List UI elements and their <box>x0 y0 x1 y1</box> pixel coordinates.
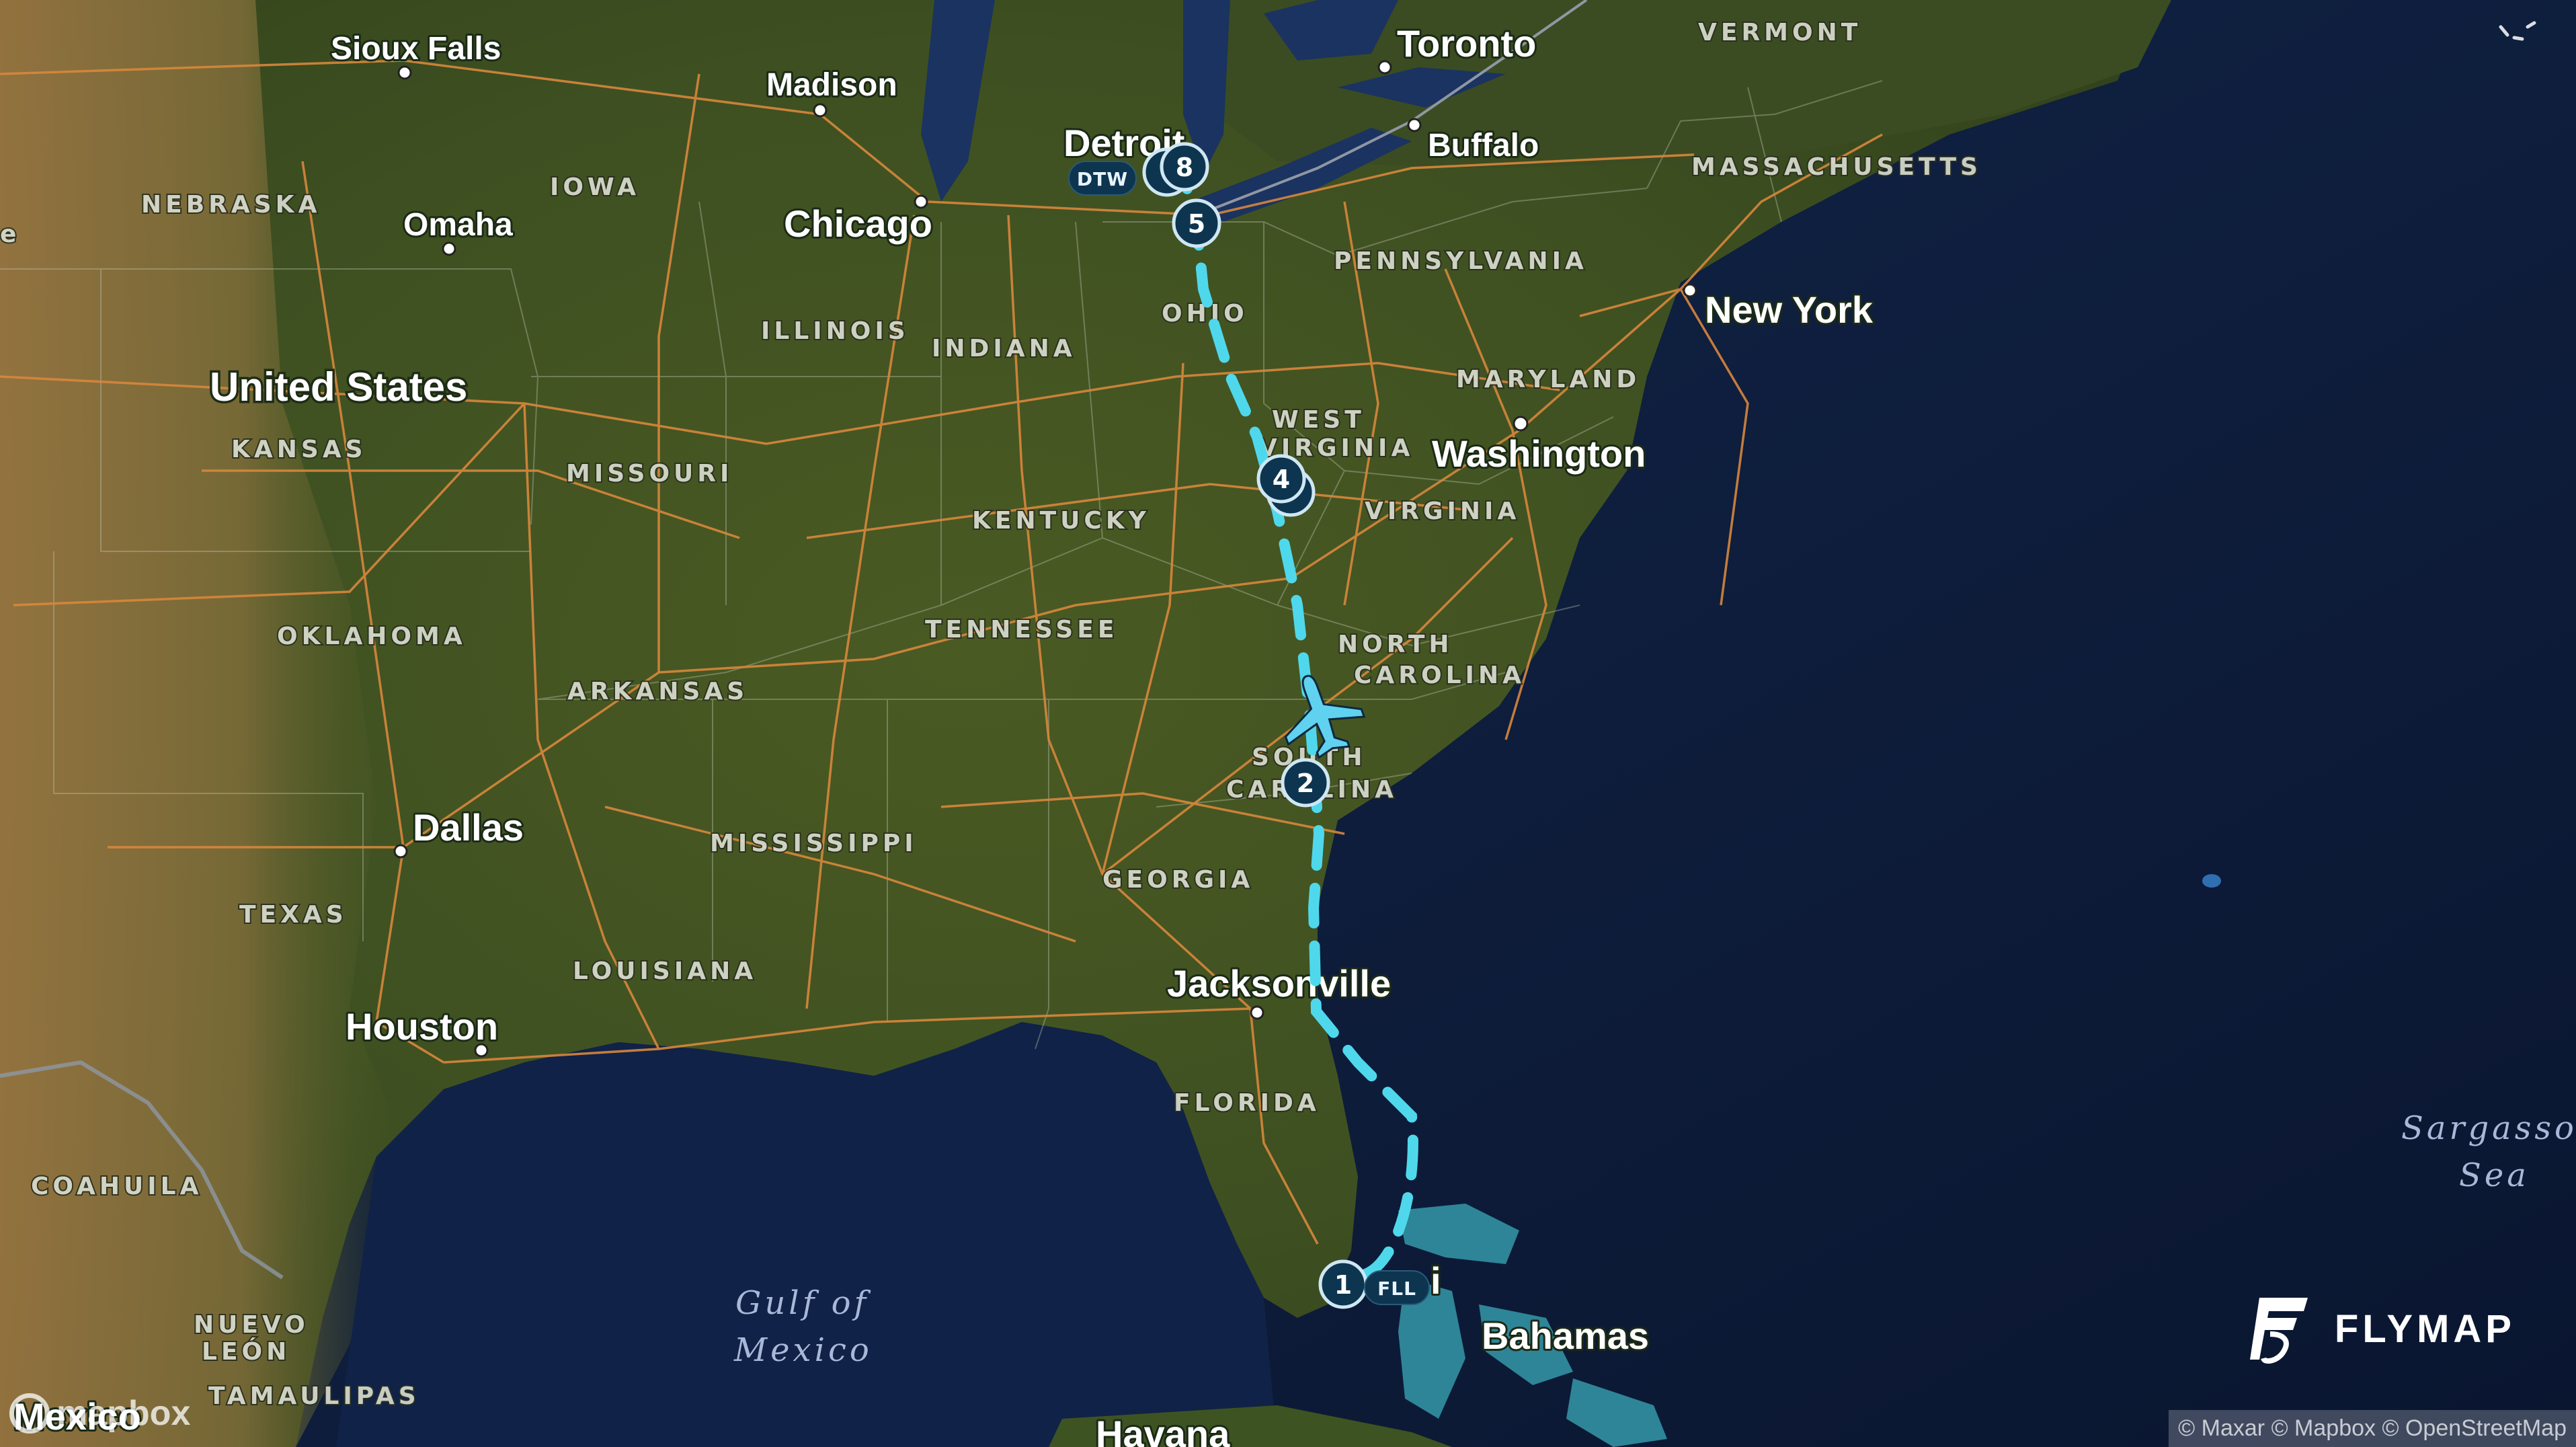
city-label-omaha: Omaha <box>403 207 513 243</box>
city-label-new-york: New York <box>1705 288 1874 331</box>
island <box>2202 874 2221 888</box>
svg-text:DTW: DTW <box>1077 168 1128 190</box>
mapbox-icon <box>9 1393 50 1434</box>
city-label-bahamas: Bahamas <box>1482 1315 1649 1357</box>
state-label: PENNSYLVANIA <box>1334 247 1588 275</box>
state-label: ILLINOIS <box>761 317 910 345</box>
state-label: LOUISIANA <box>573 957 757 985</box>
state-label: MISSISSIPPI <box>710 830 918 857</box>
waypoint-marker[interactable]: 5 <box>1172 198 1221 248</box>
state-label: MARYLAND <box>1456 366 1640 393</box>
svg-text:8: 8 <box>1176 153 1193 182</box>
state-label: INDIANA <box>932 335 1076 362</box>
state-label: OKLAHOMA <box>277 623 467 650</box>
airport-code-origin[interactable]: FLL <box>1364 1270 1430 1305</box>
state-label: ARKANSAS <box>567 678 748 705</box>
waypoint-marker[interactable]: 2 <box>1281 758 1330 808</box>
svg-text:FLL: FLL <box>1377 1278 1416 1300</box>
state-label: CAROLINA <box>1354 662 1525 689</box>
city-label-buffalo: Buffalo <box>1428 128 1539 163</box>
city-label-partial: i <box>1431 1259 1441 1302</box>
state-label: COAHUILA <box>31 1173 202 1200</box>
svg-text:1: 1 <box>1334 1270 1352 1300</box>
city-label-houston: Houston <box>346 1005 498 1048</box>
svg-text:5: 5 <box>1188 209 1205 239</box>
city-label-toronto: Toronto <box>1397 22 1536 65</box>
state-label: TAMAULIPAS <box>208 1382 420 1410</box>
city-label-jacksonville: Jacksonville <box>1167 962 1391 1005</box>
state-label: NUEVO <box>194 1311 309 1339</box>
city-label-dallas: Dallas <box>413 806 524 849</box>
state-label: VERMONT <box>1698 19 1861 46</box>
state-label: e <box>0 221 20 248</box>
state-label: FLORIDA <box>1174 1089 1320 1117</box>
state-label: KANSAS <box>231 436 367 463</box>
waypoint-marker[interactable]: 1 <box>1318 1259 1368 1309</box>
state-label: LEÓN <box>202 1337 290 1366</box>
state-label: IOWA <box>550 173 640 201</box>
gulf-of-mexico-water <box>336 1022 1277 1447</box>
flymap-wordmark: FLYMAP <box>2334 1306 2515 1351</box>
city-label-sioux-falls: Sioux Falls <box>331 31 501 67</box>
state-label: WEST <box>1272 406 1365 434</box>
svg-text:4: 4 <box>1273 465 1290 494</box>
water-label: Mexico <box>733 1331 873 1369</box>
mapbox-wordmark: mapbox <box>56 1394 191 1433</box>
map-attribution[interactable]: © Maxar © Mapbox © OpenStreetMap <box>2169 1410 2576 1447</box>
city-label-washington: Washington <box>1432 432 1646 475</box>
water-label: Gulf of <box>735 1284 871 1322</box>
water-label: Sargasso <box>2401 1109 2576 1147</box>
state-label: KENTUCKY <box>972 507 1150 535</box>
state-label: VIRGINIA <box>1365 498 1520 525</box>
state-label: TEXAS <box>239 901 348 929</box>
state-label: GEORGIA <box>1102 866 1254 894</box>
city-label-chicago: Chicago <box>784 202 932 245</box>
flymap-brand: FLYMAP <box>2249 1291 2515 1366</box>
state-label: NEBRASKA <box>141 191 321 219</box>
country-label-united-states: United States <box>210 364 467 409</box>
mapbox-logo[interactable]: mapbox <box>9 1393 190 1434</box>
city-label-madison: Madison <box>766 67 897 103</box>
city-label-havana: Havana <box>1096 1413 1230 1447</box>
state-label: TENNESSEE <box>925 616 1118 643</box>
svg-text:2: 2 <box>1297 769 1314 798</box>
state-label: MASSACHUSETTS <box>1691 153 1982 181</box>
state-label: NORTH <box>1338 631 1453 658</box>
airport-code-destination[interactable]: DTW <box>1068 161 1137 196</box>
flymap-logo-icon <box>2249 1298 2308 1364</box>
state-label: MISSOURI <box>566 460 733 487</box>
water-label: Sea <box>2459 1157 2530 1194</box>
map-canvas[interactable]: VERMONT MASSACHUSETTS NEBRASKA IOWA PENN… <box>0 0 2576 1447</box>
